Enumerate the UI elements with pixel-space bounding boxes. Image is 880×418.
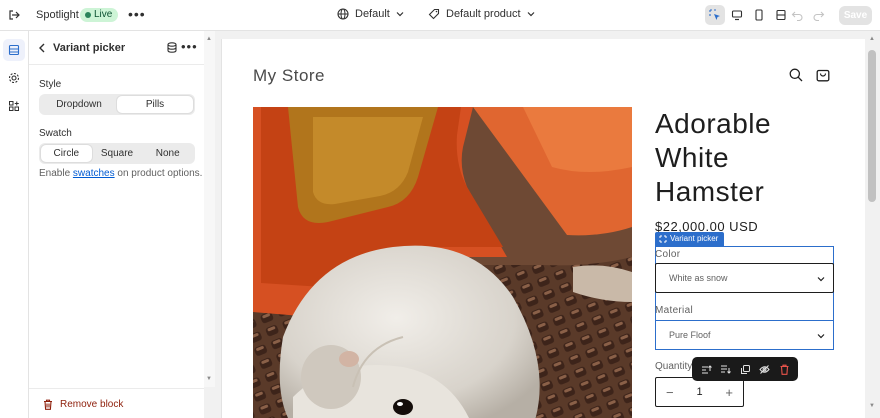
block-label-tag[interactable]: Variant picker [655, 232, 725, 246]
template-selector[interactable]: Default product [428, 8, 535, 20]
settings-panel: Variant picker ••• Style Dropdown Pills … [29, 31, 204, 418]
hide-icon[interactable] [759, 364, 770, 375]
color-select-value: White as snow [669, 273, 728, 283]
sections-icon [8, 44, 20, 56]
inspector-toggle-button[interactable] [705, 5, 725, 25]
rail-settings-button[interactable] [3, 67, 25, 89]
swatch-label: Swatch [39, 128, 72, 139]
duplicate-icon[interactable] [740, 364, 751, 375]
back-arrow-icon[interactable] [38, 43, 46, 53]
left-rail [0, 31, 29, 418]
trash-icon [44, 399, 52, 410]
style-option-dropdown[interactable]: Dropdown [41, 96, 117, 113]
delete-icon[interactable] [779, 364, 790, 375]
quantity-increase-button[interactable]: + [725, 385, 733, 400]
layout-icon [776, 9, 786, 21]
color-label: Color [655, 249, 681, 260]
fullscreen-view-button[interactable] [771, 5, 791, 25]
block-toolbar [692, 357, 798, 381]
apps-icon [9, 101, 19, 111]
move-up-icon[interactable] [701, 364, 712, 375]
panel-more-icon[interactable]: ••• [181, 40, 198, 53]
panel-footer: Remove block [29, 388, 204, 418]
material-select[interactable]: Pure Floof [655, 320, 834, 350]
product-title[interactable]: Adorable White Hamster [655, 107, 835, 209]
quantity-decrease-button[interactable]: − [666, 385, 674, 400]
product-image[interactable] [253, 107, 632, 418]
panel-scrollbar[interactable]: ▲ ▼ [204, 31, 215, 387]
quantity-label: Quantity [655, 361, 693, 372]
view-mode-group [705, 5, 791, 25]
desktop-icon [731, 10, 743, 21]
mobile-view-button[interactable] [749, 5, 769, 25]
template-selector-label: Default product [446, 8, 521, 20]
chevron-down-icon [817, 277, 825, 282]
search-icon[interactable] [789, 68, 803, 82]
more-actions-icon[interactable]: ••• [128, 7, 146, 21]
chevron-down-icon [527, 12, 535, 17]
app-name: Spotlight [36, 9, 79, 21]
hint-suffix: on product options. [114, 168, 203, 179]
status-badge: Live [80, 8, 119, 22]
scroll-up-arrow-icon[interactable]: ▲ [206, 36, 212, 42]
theme-selector-label: Default [355, 8, 390, 20]
style-label: Style [39, 79, 62, 90]
mobile-icon [755, 9, 763, 21]
rail-sections-button[interactable] [3, 39, 25, 61]
block-label-text: Variant picker [670, 234, 719, 243]
swatches-link[interactable]: swatches [73, 168, 115, 179]
block-select-icon [659, 235, 667, 243]
cursor-select-icon [709, 9, 720, 20]
preview-scrollbar[interactable]: ▲ ▼ [865, 31, 880, 418]
desktop-view-button[interactable] [727, 5, 747, 25]
panel-title: Variant picker [53, 42, 126, 54]
globe-icon [337, 8, 349, 20]
material-select-value: Pure Floof [669, 330, 711, 340]
scroll-down-arrow-icon[interactable]: ▼ [206, 376, 212, 382]
exit-icon[interactable] [7, 8, 21, 22]
store-preview: My Store Adorable White Hamster $22,000.… [221, 39, 865, 418]
swatch-option-circle[interactable]: Circle [41, 145, 92, 162]
rail-apps-button[interactable] [3, 95, 25, 117]
move-down-icon[interactable] [720, 364, 731, 375]
hamster-photo [253, 107, 632, 418]
panel-header: Variant picker ••• [29, 31, 204, 65]
quantity-stepper: − 1 + [655, 377, 744, 407]
theme-selector[interactable]: Default [337, 8, 404, 20]
scrollbar-thumb[interactable] [868, 50, 876, 202]
top-bar: Spotlight Live ••• Default Default produ… [0, 0, 880, 31]
chevron-down-icon [817, 334, 825, 339]
hint-prefix: Enable [39, 168, 73, 179]
style-segmented-control: Dropdown Pills [39, 94, 195, 115]
style-option-pills[interactable]: Pills [117, 96, 193, 113]
color-select[interactable]: White as snow [655, 263, 834, 293]
status-dot [85, 12, 91, 18]
swatch-hint: Enable swatches on product options. [39, 168, 202, 179]
store-name[interactable]: My Store [253, 66, 325, 86]
swatch-segmented-control: Circle Square None [39, 143, 195, 164]
swatch-option-square[interactable]: Square [92, 145, 143, 162]
remove-block-button[interactable]: Remove block [43, 399, 123, 410]
scroll-up-arrow-icon[interactable]: ▲ [869, 36, 875, 42]
remove-block-label: Remove block [60, 399, 124, 410]
material-label: Material [655, 305, 693, 316]
save-button[interactable]: Save [839, 6, 872, 25]
chevron-down-icon [396, 12, 404, 17]
scroll-down-arrow-icon[interactable]: ▼ [869, 403, 875, 409]
cart-icon[interactable] [816, 67, 830, 82]
status-label: Live [94, 9, 113, 20]
database-icon[interactable] [167, 42, 177, 53]
redo-icon[interactable] [813, 9, 825, 21]
swatch-option-none[interactable]: None [142, 145, 193, 162]
tag-icon [428, 8, 440, 20]
undo-icon[interactable] [791, 9, 803, 21]
quantity-value[interactable]: 1 [696, 386, 702, 398]
settings-icon [8, 72, 20, 84]
